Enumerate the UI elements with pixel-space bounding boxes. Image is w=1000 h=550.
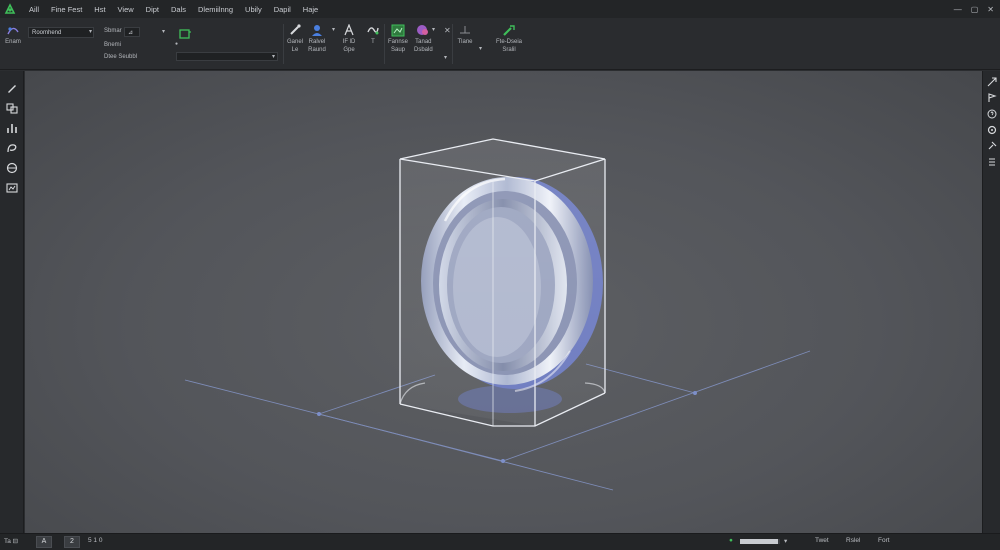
left-toolbar: [0, 71, 24, 533]
purple-blob-icon: [414, 22, 432, 38]
green-frame-icon[interactable]: [176, 26, 194, 42]
ifld-label-1: IF lD: [342, 39, 356, 45]
menu-list-icon[interactable]: [985, 155, 999, 168]
frame-icon: [4, 22, 22, 38]
ribbon-separator: [452, 24, 453, 64]
menu-item-8[interactable]: Ubily: [239, 5, 268, 14]
menu-item-5[interactable]: Dipt: [140, 5, 165, 14]
expression-field[interactable]: [176, 52, 278, 61]
fte-dseia-button[interactable]: Fte-Dseia Sralil: [496, 22, 522, 54]
ganel-label-2: Le: [291, 47, 299, 53]
ifld-button[interactable]: IF lD Gpe: [340, 22, 358, 54]
help-icon[interactable]: [985, 107, 999, 120]
status-progress-bar: [740, 539, 780, 544]
menu-item-1[interactable]: Aill: [23, 5, 45, 14]
menu-item-4[interactable]: View: [112, 5, 140, 14]
tlane-button[interactable]: Tlane: [456, 22, 474, 46]
fannse-button[interactable]: Fannse Saup: [388, 22, 408, 54]
status-item-twet[interactable]: Twet: [815, 537, 829, 544]
app-logo-icon[interactable]: [3, 2, 17, 16]
ribbon-toolbar: Enam Roomhend ▾ Sbmar ⊿ ▾ Bnemi Dtee Seu…: [0, 18, 1000, 70]
globe-tool-icon[interactable]: [4, 161, 20, 175]
frame-tool-button[interactable]: Enam: [4, 22, 22, 46]
menu-item-9[interactable]: Dapil: [268, 5, 297, 14]
green-tool-icon: [500, 22, 518, 38]
green-panel-icon: [389, 22, 407, 38]
tlane-label: Tlane: [457, 39, 473, 45]
t-label: T: [371, 39, 375, 45]
ifld-label-2: Gpe: [343, 47, 355, 53]
scene-canvas[interactable]: [25, 71, 982, 533]
status-ok-icon: ●: [729, 537, 733, 544]
maximize-button[interactable]: ▢: [971, 5, 979, 14]
sbmar-field[interactable]: ⊿: [124, 27, 140, 37]
fannse-label-1: Fannse: [388, 39, 409, 45]
menu-item-2[interactable]: Fine Fest: [45, 5, 88, 14]
menu-item-3[interactable]: Hst: [88, 5, 111, 14]
person-icon: [308, 22, 326, 38]
tanad-label-2: Dsbald: [414, 47, 433, 53]
ganel-button[interactable]: Ganel Le: [286, 22, 304, 54]
tlane-icon: [456, 22, 474, 38]
dtee-label: Dtee Seubbl: [104, 54, 138, 60]
ralvel-label-1: Ralvel: [308, 39, 326, 45]
status-left-text[interactable]: Ta ⊟: [4, 537, 18, 545]
fannse-label-2: Saup: [391, 47, 406, 53]
close-button[interactable]: ✕: [987, 5, 994, 14]
mode-a-button[interactable]: A: [36, 536, 52, 548]
mode-b-button[interactable]: 2: [64, 536, 80, 548]
expression-dropdown-chevron-icon[interactable]: ▾: [272, 53, 275, 60]
tanad-button[interactable]: Tanad Dsbald: [414, 22, 433, 54]
menu-item-7[interactable]: Dlemiilnng: [192, 5, 239, 14]
fte-dseia-label-1: Fte-Dseia: [496, 39, 523, 45]
status-item-rslel[interactable]: Rslel: [846, 537, 860, 544]
text-a-icon: [340, 22, 358, 38]
status-counts: 5 1 0: [88, 537, 103, 544]
ribbon-separator: [384, 24, 385, 64]
minimize-button[interactable]: —: [954, 5, 962, 14]
shape-icon: [364, 22, 382, 38]
status-item-fort[interactable]: Fort: [878, 537, 890, 544]
status-bar: Ta ⊟ A 2 5 1 0 ● ▾ Twet Rslel Fort: [0, 533, 1000, 550]
stats-tool-icon[interactable]: [4, 121, 20, 135]
sbmar-label: Sbmar: [104, 28, 122, 34]
tanad-dropdown-2-chevron-icon[interactable]: ▾: [444, 54, 447, 61]
path-tool-icon[interactable]: [4, 141, 20, 155]
mode-select[interactable]: Roomhend: [28, 27, 94, 38]
ganel-label-1: Ganel: [286, 39, 303, 45]
tlane-dropdown-chevron-icon[interactable]: ▾: [479, 45, 482, 52]
tanad-dropdown-chevron-icon[interactable]: ▾: [432, 26, 435, 33]
progress-dropdown-chevron-icon[interactable]: ▾: [784, 537, 787, 545]
right-toolbar: [982, 71, 1000, 533]
menu-bar: Aill Fine Fest Hst View Dipt Dals Dlemii…: [0, 0, 1000, 18]
pen-tool-icon[interactable]: [4, 81, 20, 95]
menu-item-10[interactable]: Haje: [297, 5, 324, 14]
menu-item-6[interactable]: Dals: [165, 5, 192, 14]
t-button[interactable]: T: [364, 22, 382, 46]
brush-icon: [286, 22, 304, 38]
sbmar-dropdown-chevron-icon[interactable]: ▾: [162, 28, 165, 35]
ribbon-separator: [283, 24, 284, 64]
ralvel-label-2: Raund: [308, 47, 326, 53]
flag-icon[interactable]: [985, 91, 999, 104]
mode-dropdown-chevron-icon[interactable]: ▾: [89, 28, 92, 35]
pin-icon[interactable]: [985, 139, 999, 152]
frame-tool-label: Enam: [5, 39, 21, 45]
tanad-label-1: Tanad: [415, 39, 432, 45]
window-controls: — ▢ ✕: [954, 0, 994, 18]
ralvel-button[interactable]: Ralvel Raund: [308, 22, 326, 54]
image-tool-icon[interactable]: [4, 181, 20, 195]
bnemi-label: Bnemi: [104, 42, 122, 48]
3d-viewport[interactable]: [25, 71, 982, 533]
layers-tool-icon[interactable]: [4, 101, 20, 115]
status-progress-fill: [740, 539, 778, 544]
fte-dseia-label-2: Sralil: [502, 47, 516, 53]
close-small-icon[interactable]: ✕: [444, 26, 451, 35]
ralvel-dropdown-chevron-icon[interactable]: ▾: [332, 26, 335, 33]
bounding-glass-box[interactable]: [399, 138, 606, 427]
settings-icon[interactable]: [985, 123, 999, 136]
expand-icon[interactable]: [985, 75, 999, 88]
green-frame-dot-icon: ●: [175, 41, 179, 47]
